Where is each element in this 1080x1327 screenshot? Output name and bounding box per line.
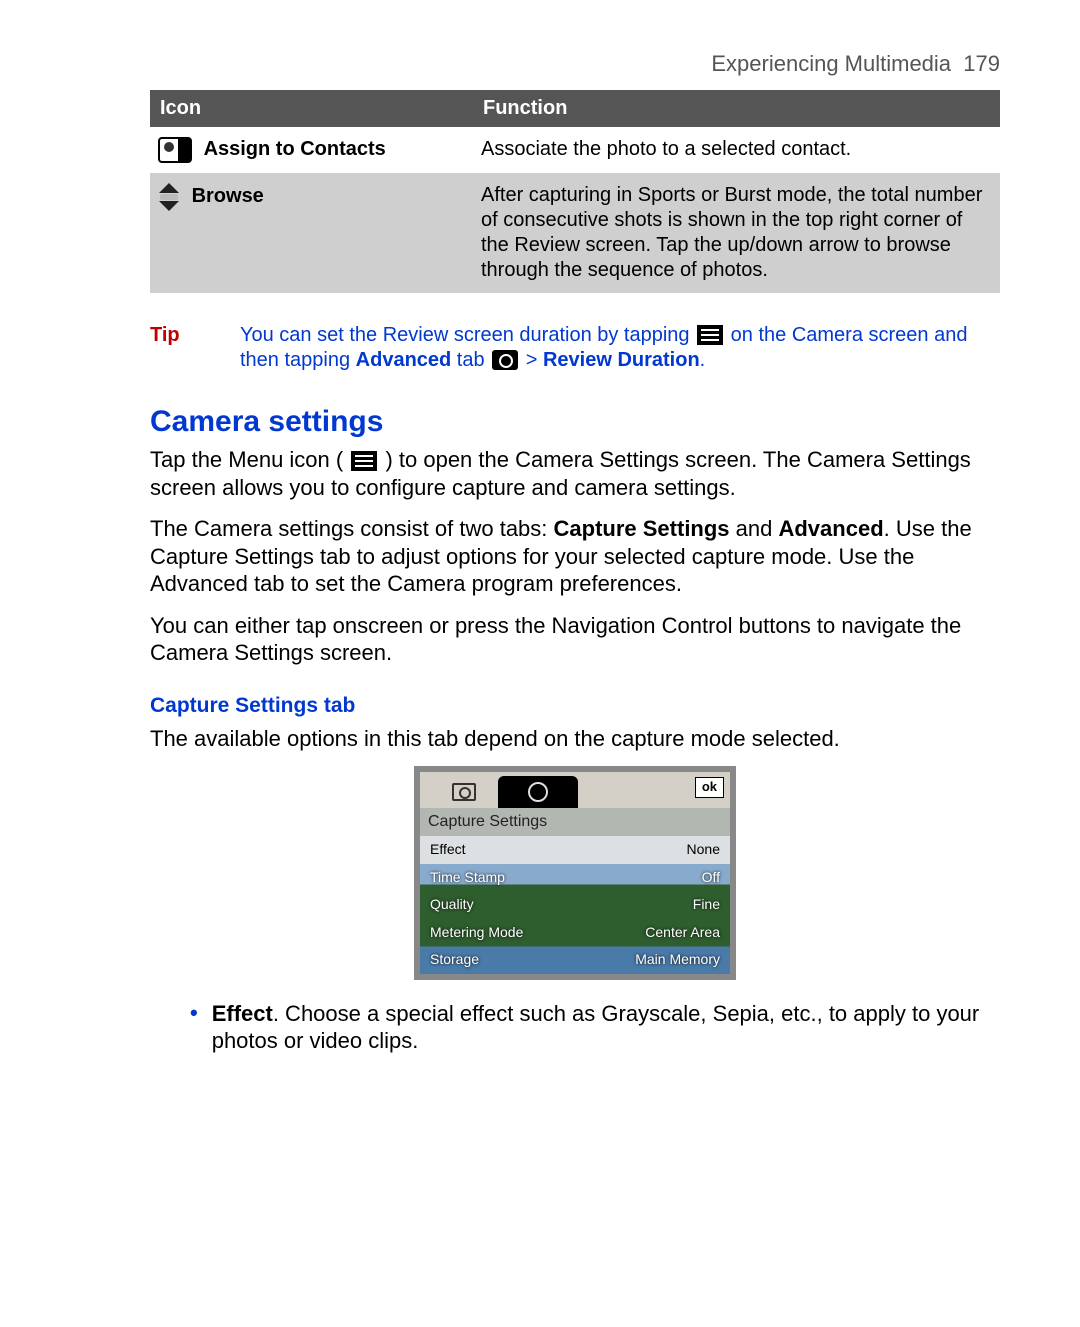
th-function: Function xyxy=(473,90,1000,127)
menu-icon xyxy=(697,325,723,345)
tip-body: You can set the Review screen duration b… xyxy=(240,323,1000,373)
menu-icon xyxy=(351,451,377,471)
bullet-icon: • xyxy=(190,1000,198,1055)
list-item: • Effect. Choose a special effect such a… xyxy=(190,1000,1000,1055)
setting-row: QualityFine xyxy=(420,891,730,919)
page-number: 179 xyxy=(963,51,1000,76)
gear-icon xyxy=(492,350,518,370)
setting-row: StorageMain Memory xyxy=(420,946,730,974)
table-row: Assign to Contacts Associate the photo t… xyxy=(150,127,1000,173)
page-header: Experiencing Multimedia 179 xyxy=(150,50,1000,78)
screenshot-title: Capture Settings xyxy=(420,808,730,836)
paragraph: Tap the Menu icon ( ) to open the Camera… xyxy=(150,446,1000,501)
setting-row: Time StampOff xyxy=(420,864,730,892)
row-label: Assign to Contacts xyxy=(204,137,386,162)
assign-contacts-icon xyxy=(158,137,192,163)
th-icon: Icon xyxy=(150,90,473,127)
row-function: Associate the photo to a selected contac… xyxy=(473,127,1000,173)
table-row: Browse After capturing in Sports or Burs… xyxy=(150,173,1000,293)
section-heading: Camera settings xyxy=(150,403,1000,441)
paragraph: You can either tap onscreen or press the… xyxy=(150,612,1000,667)
bullet-list: • Effect. Choose a special effect such a… xyxy=(150,1000,1000,1055)
capture-settings-screenshot: ok Capture Settings EffectNone Time Stam… xyxy=(414,766,736,980)
capture-tab-icon xyxy=(434,776,494,808)
icon-function-table: Icon Function Assign to Contacts Associa… xyxy=(150,90,1000,293)
tip-label: Tip xyxy=(150,323,240,373)
row-function: After capturing in Sports or Burst mode,… xyxy=(473,173,1000,293)
setting-row: Metering ModeCenter Area xyxy=(420,919,730,947)
tip-block: Tip You can set the Review screen durati… xyxy=(150,323,1000,373)
chapter-title: Experiencing Multimedia xyxy=(711,51,951,76)
ok-button: ok xyxy=(695,777,724,797)
paragraph: The available options in this tab depend… xyxy=(150,725,1000,753)
subsection-heading: Capture Settings tab xyxy=(150,693,1000,719)
setting-row: EffectNone xyxy=(420,836,730,864)
paragraph: The Camera settings consist of two tabs:… xyxy=(150,515,1000,598)
advanced-tab-icon xyxy=(498,776,578,808)
row-label: Browse xyxy=(192,184,264,209)
browse-icon xyxy=(158,183,180,211)
